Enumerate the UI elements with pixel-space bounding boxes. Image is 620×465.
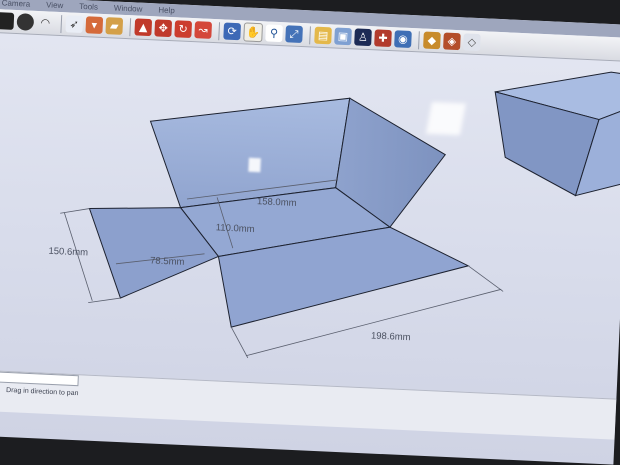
rotate-icon[interactable]: ↻ [174, 20, 193, 38]
screen-glare [425, 101, 466, 136]
menu-help[interactable]: Help [158, 5, 175, 15]
display-icon[interactable]: ▣ [334, 27, 352, 46]
dimension-ext-198b [468, 265, 504, 292]
menu-camera[interactable]: Camera [1, 0, 30, 9]
measurements-input[interactable] [0, 371, 79, 387]
components-icon[interactable]: ◆ [423, 31, 441, 50]
push-pull-icon[interactable]: ▲ [134, 18, 153, 37]
position-camera-icon[interactable]: ✚ [374, 29, 392, 48]
circle-icon[interactable] [16, 13, 35, 31]
dimension-label-150: 150.6mm [48, 246, 88, 259]
sketchup-window: Camera View Tools Window Help ◠ ➶ ▾ ▰ ▲ … [0, 0, 620, 465]
dimension-label-158: 158.0mm [257, 196, 297, 209]
toolbar-separator [60, 14, 63, 33]
materials-icon[interactable]: ◈ [443, 32, 461, 51]
eraser-icon[interactable]: ▰ [105, 17, 124, 35]
dimension-label-78: 78.5mm [150, 255, 185, 268]
section-icon[interactable]: ▤ [314, 26, 332, 45]
pan-icon[interactable]: ✋ [243, 22, 264, 43]
look-around-icon[interactable]: ◉ [394, 30, 412, 48]
follow-me-icon[interactable]: ↝ [194, 21, 213, 39]
model-viewport[interactable]: 158.0mm 110.0mm 150.6mm 78.5mm 198.6mm [0, 34, 620, 423]
toolbar-separator [418, 30, 420, 49]
black-square-icon[interactable] [0, 12, 15, 30]
move-icon[interactable]: ✥ [154, 19, 173, 38]
paint-bucket-icon[interactable]: ▾ [85, 16, 104, 34]
status-hint: Drag in direction to pan [5, 386, 79, 398]
orbit-icon[interactable]: ⟳ [223, 22, 242, 41]
select-icon[interactable]: ➶ [65, 15, 84, 34]
zoom-icon[interactable]: ⚲ [265, 24, 283, 43]
dimension-label-110: 110.0mm [215, 222, 254, 235]
styles-icon[interactable]: ◇ [463, 33, 481, 52]
toolbar-separator [218, 21, 221, 40]
screen-glare-small [248, 157, 261, 173]
walk-icon[interactable]: ♙ [354, 28, 372, 47]
toolbar-separator [129, 17, 132, 36]
zoom-extents-icon[interactable]: ⤢ [285, 25, 303, 44]
menu-tools[interactable]: Tools [79, 2, 98, 12]
dimension-ext-150b [88, 297, 121, 303]
menu-view[interactable]: View [46, 0, 64, 10]
toolbar-separator [309, 25, 311, 44]
dimension-label-198: 198.6mm [371, 330, 411, 343]
dimension-ext-198a [230, 326, 249, 359]
menu-window[interactable]: Window [114, 3, 143, 13]
arc-icon[interactable]: ◠ [36, 14, 54, 32]
